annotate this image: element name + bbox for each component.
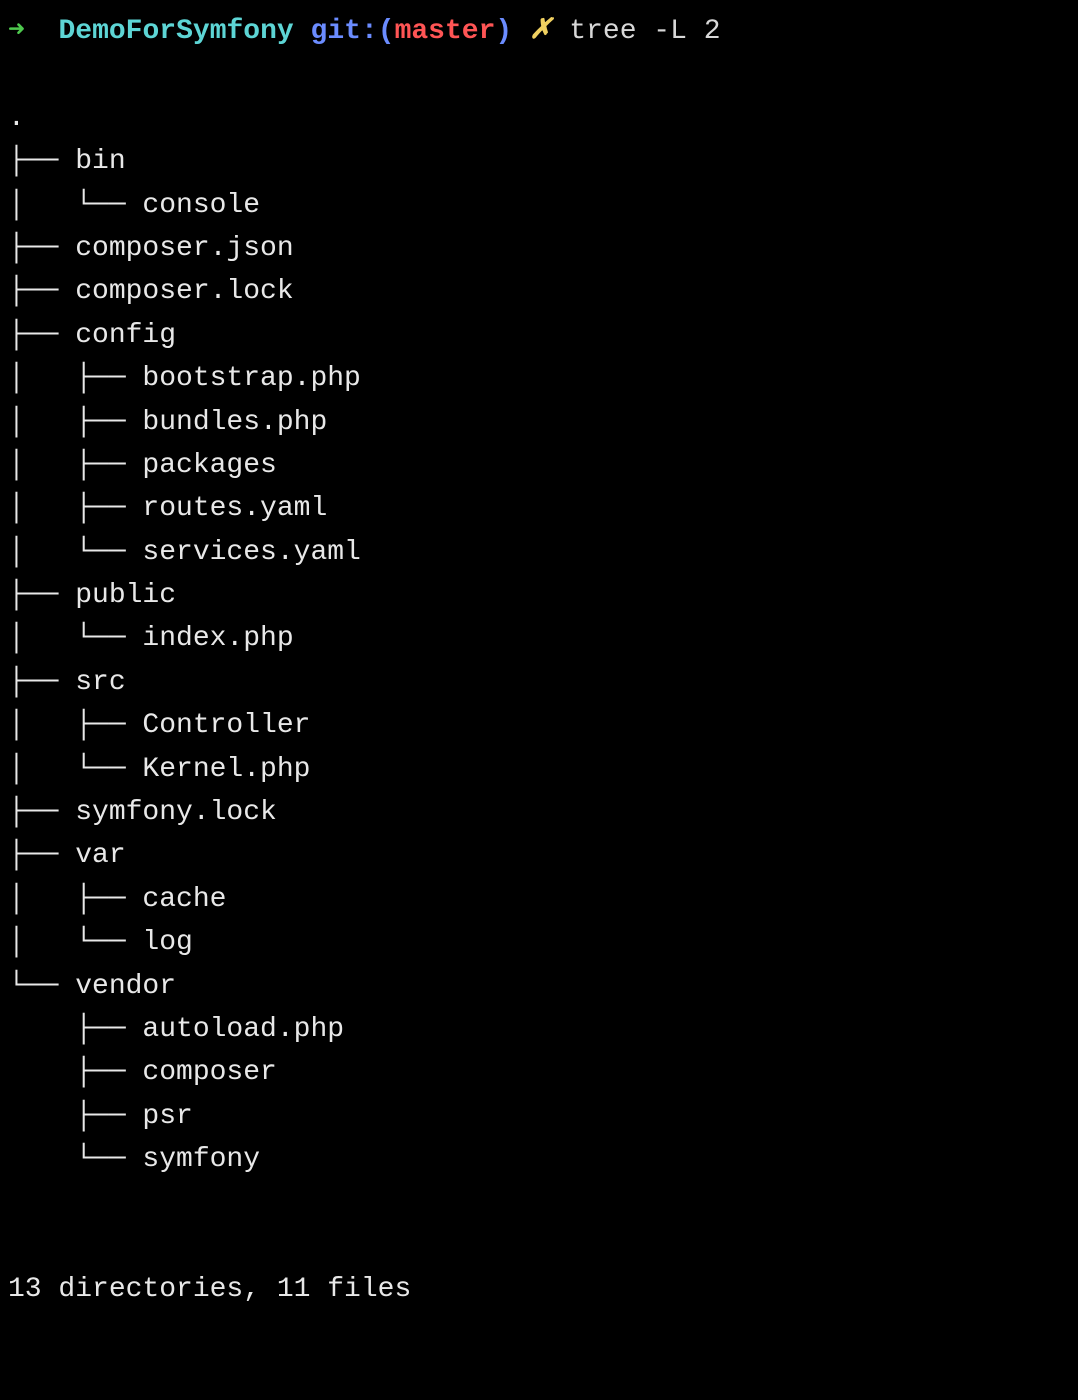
prompt-git-label: git:	[311, 16, 378, 47]
shell-prompt-line: ➜ DemoForSymfony git:(master) ✗ tree -L …	[8, 10, 1070, 53]
prompt-command[interactable]: tree -L 2	[569, 16, 720, 47]
prompt-close-paren: )	[495, 16, 512, 47]
tree-root: .	[8, 103, 25, 134]
prompt-dirty-icon: ✗	[529, 16, 552, 47]
tree-output: . ├── bin │ └── console ├── composer.jso…	[8, 53, 1070, 1225]
tree-lines: ├── bin │ └── console ├── composer.json …	[8, 140, 1070, 1181]
prompt-cwd: DemoForSymfony	[58, 16, 293, 47]
prompt-open-paren: (	[378, 16, 395, 47]
prompt-branch: master	[395, 16, 496, 47]
prompt-arrow-icon: ➜	[8, 16, 25, 47]
tree-summary: 13 directories, 11 files	[8, 1268, 1070, 1311]
